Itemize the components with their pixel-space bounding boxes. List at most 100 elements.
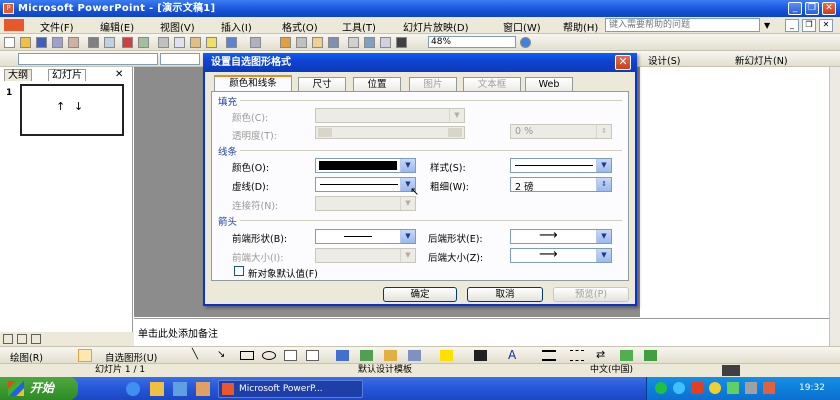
doc-restore-button[interactable]: ❐ xyxy=(802,19,816,32)
print-icon[interactable] xyxy=(88,37,99,48)
slider-right-button[interactable] xyxy=(448,128,462,137)
new-slide-button[interactable]: 新幻灯片(N) xyxy=(735,53,788,67)
format-painter-icon[interactable] xyxy=(206,37,217,48)
menu-file[interactable]: 文件(F) xyxy=(40,19,74,34)
cut-icon[interactable] xyxy=(158,37,169,48)
color-grayscale-icon[interactable] xyxy=(396,37,407,48)
slideshow-view-icon[interactable] xyxy=(31,334,41,344)
new-icon[interactable] xyxy=(4,37,15,48)
arrow-style-icon[interactable]: ⇄ xyxy=(596,348,605,361)
menu-tools[interactable]: 工具(T) xyxy=(342,19,376,34)
weight-input[interactable]: 2 磅 ⇕ xyxy=(510,177,612,193)
slide-canvas[interactable] xyxy=(640,67,830,319)
wordart-icon[interactable] xyxy=(336,350,349,361)
line-icon[interactable]: ╲ xyxy=(192,349,198,360)
line-color-icon[interactable] xyxy=(474,350,487,361)
spelling-icon[interactable] xyxy=(122,37,133,48)
menu-format[interactable]: 格式(O) xyxy=(282,19,318,34)
taskbar-powerpoint-button[interactable]: Microsoft PowerP... xyxy=(218,380,363,398)
insert-table-icon[interactable] xyxy=(296,37,307,48)
desktop-quicklaunch-icon[interactable] xyxy=(173,382,187,396)
begin-style-select[interactable]: ▼ xyxy=(315,229,416,244)
menu-help[interactable]: 帮助(H) xyxy=(563,19,598,34)
doc-minimize-button[interactable]: _ xyxy=(785,19,799,32)
oval-icon[interactable] xyxy=(262,351,276,360)
update-tray-icon[interactable] xyxy=(709,382,721,394)
tab-textbox[interactable]: 文本框 xyxy=(463,77,521,91)
print-preview-icon[interactable] xyxy=(104,37,115,48)
help-search-input[interactable]: 键入需要帮助的问题 xyxy=(605,18,760,32)
save-icon[interactable] xyxy=(36,37,47,48)
security-tray-icon[interactable] xyxy=(727,382,739,394)
ie-quicklaunch-icon[interactable] xyxy=(126,382,140,396)
end-size-select[interactable]: ⟶ ▼ xyxy=(510,247,612,263)
dash-style-select[interactable]: ▼ xyxy=(315,177,416,192)
clipart-icon[interactable] xyxy=(384,350,397,361)
font-color-icon[interactable]: A xyxy=(508,348,516,362)
fill-color-icon[interactable] xyxy=(440,350,453,361)
autoshapes-menu-button[interactable]: 自选图形(U) xyxy=(105,350,157,364)
select-objects-icon[interactable] xyxy=(78,349,92,362)
help-icon[interactable] xyxy=(520,37,531,48)
network-tray-icon[interactable] xyxy=(655,382,667,394)
draw-menu-button[interactable]: 绘图(R) xyxy=(10,350,43,364)
menu-window[interactable]: 窗口(W) xyxy=(503,19,541,34)
help-dropdown-icon[interactable]: ▼ xyxy=(764,21,770,30)
ok-button[interactable]: 确定 xyxy=(383,287,457,302)
spinner-icon[interactable]: ⇕ xyxy=(596,125,611,138)
tray-app-icon[interactable] xyxy=(763,382,775,394)
tables-borders-icon[interactable] xyxy=(312,37,323,48)
show-grid-icon[interactable] xyxy=(380,37,391,48)
preview-button[interactable]: 预览(P) xyxy=(553,287,629,302)
font-name-select[interactable] xyxy=(18,53,158,65)
textbox-icon[interactable] xyxy=(284,350,297,361)
zoom-select[interactable]: 48% xyxy=(428,36,516,48)
minimize-button[interactable]: _ xyxy=(788,2,802,15)
powerpoint-app-icon[interactable]: P xyxy=(3,3,14,14)
fill-color-select[interactable]: ▼ xyxy=(315,108,465,123)
messenger-tray-icon[interactable] xyxy=(673,382,685,394)
shadow-style-icon[interactable] xyxy=(620,350,633,361)
copy-icon[interactable] xyxy=(174,37,185,48)
diagram-icon[interactable] xyxy=(360,350,373,361)
insert-picture-icon[interactable] xyxy=(408,350,421,361)
tab-picture[interactable]: 图片 xyxy=(409,77,457,91)
close-pane-icon[interactable]: ✕ xyxy=(115,69,123,80)
line-color-select[interactable]: ▼ xyxy=(315,158,416,173)
vertical-textbox-icon[interactable] xyxy=(306,350,319,361)
slide-sorter-view-icon[interactable] xyxy=(17,334,27,344)
dialog-close-button[interactable]: ✕ xyxy=(615,55,631,70)
notes-pane[interactable]: 单击此处添加备注 xyxy=(134,318,829,346)
tab-size[interactable]: 尺寸 xyxy=(298,77,346,91)
expand-all-icon[interactable] xyxy=(348,37,359,48)
volume-tray-icon[interactable] xyxy=(745,382,757,394)
clock[interactable]: 19:32 xyxy=(799,377,825,400)
arrow-icon[interactable]: ↘ xyxy=(217,349,225,360)
line-style-select[interactable]: ▼ xyxy=(510,158,612,173)
end-style-select[interactable]: ⟶ ▼ xyxy=(510,228,612,244)
menu-insert[interactable]: 插入(I) xyxy=(221,19,252,34)
3d-style-icon[interactable] xyxy=(644,350,657,361)
insert-chart-icon[interactable] xyxy=(280,37,291,48)
rectangle-icon[interactable] xyxy=(240,351,254,360)
undo-icon[interactable] xyxy=(226,37,237,48)
close-window-button[interactable]: ✕ xyxy=(822,2,836,15)
slider-left-button[interactable] xyxy=(318,128,332,137)
spinner-icon[interactable]: ⇕ xyxy=(596,178,611,191)
explorer-quicklaunch-icon[interactable] xyxy=(150,382,164,396)
paste-icon[interactable] xyxy=(190,37,201,48)
slide-thumbnail[interactable]: ↑ ↓ xyxy=(20,84,124,136)
doc-close-button[interactable]: ✕ xyxy=(819,19,833,32)
media-quicklaunch-icon[interactable] xyxy=(196,382,210,396)
transparency-input[interactable]: 0 % ⇕ xyxy=(510,124,612,139)
restore-button[interactable]: ❐ xyxy=(805,2,819,15)
open-icon[interactable] xyxy=(20,37,31,48)
normal-view-icon[interactable] xyxy=(3,334,13,344)
dash-style-icon[interactable] xyxy=(570,350,584,361)
permission-icon[interactable] xyxy=(52,37,63,48)
connector-select[interactable]: ▼ xyxy=(315,196,416,211)
transparency-slider[interactable] xyxy=(315,126,465,139)
menu-view[interactable]: 视图(V) xyxy=(160,19,195,34)
design-button[interactable]: 设计(S) xyxy=(648,53,680,67)
show-formatting-icon[interactable] xyxy=(364,37,375,48)
